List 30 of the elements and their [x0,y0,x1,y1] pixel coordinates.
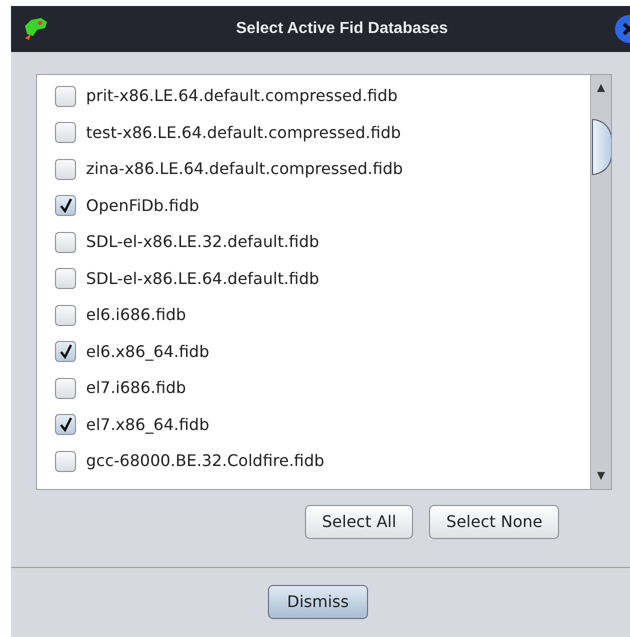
checkbox[interactable] [55,158,76,180]
database-label[interactable]: SDL-el-x86.LE.64.default.fidb [86,266,320,291]
dismiss-button[interactable]: Dismiss [268,585,368,619]
window-title: Select Active Fid Databases [236,19,448,39]
scroll-up-icon[interactable] [596,83,606,93]
database-label[interactable]: el7.x86_64.fidb [86,412,210,437]
checkbox[interactable] [55,122,76,144]
database-label[interactable]: prit-x86.LE.64.default.compressed.fidb [86,84,398,108]
checkbox[interactable] [55,378,76,399]
checkbox[interactable] [55,195,76,216]
checkbox[interactable] [55,86,76,107]
checkbox[interactable] [55,304,76,326]
database-label[interactable]: el6.x86_64.fidb [86,340,210,364]
database-label[interactable]: test-x86.LE.64.default.compressed.fidb [86,120,401,145]
select-none-button[interactable]: Select None [429,505,560,539]
checkbox[interactable] [55,450,76,472]
scroll-down-icon[interactable] [596,471,606,481]
database-label[interactable]: zina-x86.LE.64.default.compressed.fidb [86,157,403,182]
select-all-button[interactable]: Select All [305,505,414,539]
database-label[interactable]: el6.i686.fidb [86,303,186,328]
checkbox[interactable] [55,414,76,436]
checkbox[interactable] [55,268,76,290]
scrollbar[interactable] [590,75,611,489]
checkbox[interactable] [55,341,76,362]
scroll-thumb[interactable] [592,119,611,175]
database-label[interactable]: gcc-68000.BE.32.Coldfire.fidb [86,449,324,474]
database-label[interactable]: el7.i686.fidb [86,376,186,400]
checkbox[interactable] [55,232,76,253]
database-label[interactable]: SDL-el-x86.LE.32.default.fidb [86,230,320,254]
database-label[interactable]: OpenFiDb.fidb [86,194,200,218]
